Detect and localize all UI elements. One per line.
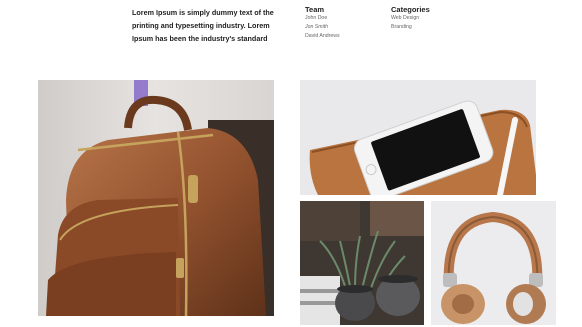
team-heading: Team — [305, 5, 325, 14]
category-link[interactable]: Branding — [391, 23, 412, 32]
headphones-photo[interactable] — [431, 201, 556, 325]
intro-paragraph: Lorem Ipsum is simply dummy text of the … — [132, 8, 274, 43]
leather-backpack-photo[interactable] — [38, 80, 274, 316]
categories-heading: Categories — [391, 5, 430, 14]
team-member-link[interactable]: David Andrews — [305, 32, 340, 41]
team-member-link[interactable]: Jon Smith — [305, 23, 328, 32]
plants-on-books-photo[interactable] — [300, 201, 424, 325]
category-link[interactable]: Web Design — [391, 14, 419, 23]
phone-on-tablet-photo[interactable] — [300, 80, 536, 195]
team-member-link[interactable]: John Doe — [305, 14, 327, 23]
